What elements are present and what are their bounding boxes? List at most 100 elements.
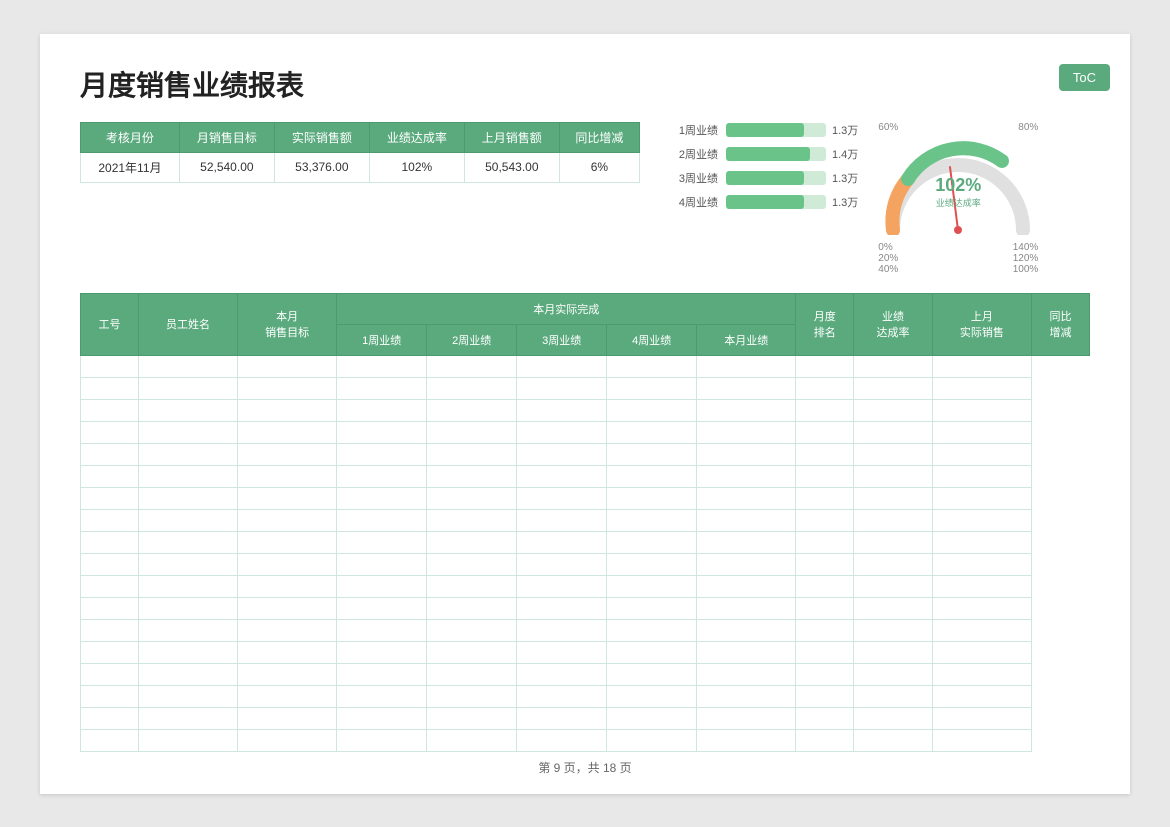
table-cell (796, 553, 854, 575)
table-cell (337, 729, 427, 751)
table-cell (138, 597, 237, 619)
table-cell (337, 707, 427, 729)
th-employee-id: 工号 (81, 293, 139, 355)
table-cell (607, 685, 697, 707)
gauge-label-0: 0% (878, 242, 892, 253)
table-cell (238, 355, 337, 377)
table-cell (517, 509, 607, 531)
table-row (81, 685, 1090, 707)
gauge-area: 60% 80% 10 (878, 122, 1038, 275)
bar-background (726, 171, 826, 185)
table-row (81, 707, 1090, 729)
table-cell (337, 487, 427, 509)
bar-label: 2周业绩 (670, 146, 718, 162)
table-cell (427, 531, 517, 553)
th-week4: 4周业绩 (607, 324, 697, 355)
table-cell (238, 685, 337, 707)
table-cell (517, 377, 607, 399)
table-cell (607, 421, 697, 443)
bar-row: 2周业绩 1.4万 (670, 146, 858, 162)
col-header-target: 月销售目标 (179, 122, 274, 152)
table-cell (697, 443, 796, 465)
table-cell (697, 707, 796, 729)
table-cell (697, 531, 796, 553)
table-cell (796, 597, 854, 619)
table-row (81, 619, 1090, 641)
th-yoy: 同比增减 (1031, 293, 1089, 355)
summary-table-cell: 52,540.00 (179, 152, 274, 182)
table-cell (796, 641, 854, 663)
table-cell (238, 531, 337, 553)
bar-fill (726, 171, 804, 185)
table-cell (796, 663, 854, 685)
table-row (81, 399, 1090, 421)
table-cell (81, 443, 139, 465)
table-cell (607, 553, 697, 575)
table-cell (138, 663, 237, 685)
table-cell (796, 707, 854, 729)
table-cell (81, 531, 139, 553)
table-cell (427, 685, 517, 707)
table-cell (517, 663, 607, 685)
toc-button[interactable]: ToC (1059, 64, 1110, 91)
gauge-label-40: 40% (878, 264, 898, 275)
table-cell (607, 707, 697, 729)
table-cell (81, 465, 139, 487)
table-cell (517, 707, 607, 729)
table-cell (607, 377, 697, 399)
table-cell (932, 619, 1031, 641)
gauge-label-100: 100% (1013, 264, 1039, 275)
table-cell (796, 399, 854, 421)
table-cell (238, 399, 337, 421)
bar-background (726, 147, 826, 161)
bar-fill (726, 195, 804, 209)
table-cell (697, 619, 796, 641)
table-cell (238, 707, 337, 729)
bar-value: 1.4万 (832, 146, 858, 162)
table-cell (427, 399, 517, 421)
table-cell (697, 487, 796, 509)
table-cell (337, 465, 427, 487)
table-cell (517, 553, 607, 575)
table-cell (138, 575, 237, 597)
table-cell (427, 421, 517, 443)
table-cell (607, 619, 697, 641)
table-cell (337, 575, 427, 597)
gauge-label-60: 60% (878, 122, 898, 133)
table-cell (796, 443, 854, 465)
main-page: ToC 月度销售业绩报表 考核月份 月销售目标 实际销售额 业绩达成率 上月销售… (40, 34, 1130, 794)
table-cell (796, 421, 854, 443)
th-monthly-target: 本月销售目标 (238, 293, 337, 355)
table-row (81, 377, 1090, 399)
summary-table-cell: 6% (559, 152, 639, 182)
th-week3: 3周业绩 (517, 324, 607, 355)
table-cell (238, 377, 337, 399)
table-cell (427, 553, 517, 575)
table-cell (932, 663, 1031, 685)
page-title: 月度销售业绩报表 (80, 64, 1090, 104)
table-row (81, 487, 1090, 509)
table-cell (796, 355, 854, 377)
table-cell (697, 399, 796, 421)
table-cell (796, 509, 854, 531)
table-cell (697, 641, 796, 663)
table-cell (854, 553, 933, 575)
table-cell (337, 663, 427, 685)
table-cell (932, 487, 1031, 509)
gauge-svg-wrap: 102% 业绩达成率 (878, 135, 1038, 240)
table-cell (337, 355, 427, 377)
table-cell (932, 399, 1031, 421)
table-cell (427, 355, 517, 377)
table-cell (81, 509, 139, 531)
table-cell (854, 399, 933, 421)
table-cell (607, 355, 697, 377)
table-cell (138, 707, 237, 729)
table-cell (337, 509, 427, 531)
table-cell (697, 377, 796, 399)
table-cell (517, 729, 607, 751)
summary-table: 考核月份 月销售目标 实际销售额 业绩达成率 上月销售额 同比增减 2021年1… (80, 122, 640, 183)
table-cell (337, 399, 427, 421)
table-cell (238, 553, 337, 575)
table-cell (854, 487, 933, 509)
table-cell (517, 421, 607, 443)
